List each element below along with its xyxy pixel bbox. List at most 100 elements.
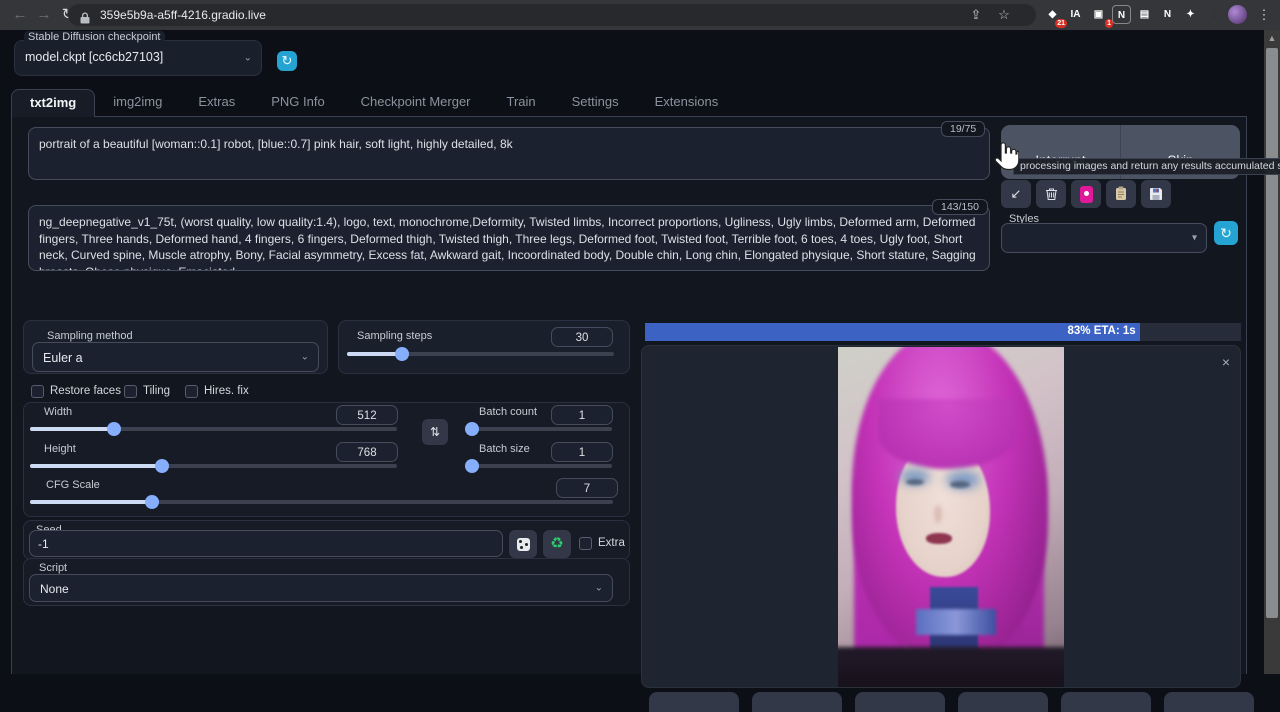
extension-icon-camera[interactable]: ▣1 bbox=[1089, 5, 1108, 24]
portrait-lips bbox=[926, 533, 952, 544]
width-slider[interactable] bbox=[30, 427, 397, 431]
height-input[interactable]: 768 bbox=[336, 442, 398, 462]
width-label: Width bbox=[44, 406, 72, 418]
slider-thumb[interactable] bbox=[465, 459, 479, 473]
reuse-seed-recycle-button[interactable]: ♻ bbox=[543, 530, 571, 558]
close-icon[interactable]: × bbox=[1222, 354, 1230, 370]
bookmark-star-icon[interactable]: ☆ bbox=[994, 6, 1014, 24]
share-icon[interactable]: ⇪ bbox=[966, 6, 986, 24]
sampling-steps-slider[interactable] bbox=[347, 352, 614, 356]
chevron-down-icon: ⌄ bbox=[595, 583, 603, 594]
batch-count-slider[interactable] bbox=[469, 427, 612, 431]
result-gallery: × bbox=[641, 345, 1241, 688]
sampling-method-dropdown[interactable]: Euler a ⌄ bbox=[32, 342, 319, 372]
checkpoint-label: Stable Diffusion checkpoint bbox=[24, 31, 165, 43]
gallery-action-button[interactable] bbox=[649, 692, 739, 712]
gallery-action-button[interactable] bbox=[855, 692, 945, 712]
tab-extensions[interactable]: Extensions bbox=[637, 89, 737, 117]
extension-icon-notion[interactable]: N bbox=[1112, 5, 1131, 24]
tab-png-info[interactable]: PNG Info bbox=[253, 89, 342, 117]
sampling-steps-label: Sampling steps bbox=[357, 330, 432, 342]
cfg-scale-label: CFG Scale bbox=[46, 479, 100, 491]
height-slider[interactable] bbox=[30, 464, 397, 468]
extra-seed-label: Extra bbox=[598, 537, 625, 549]
scrollbar-up-arrow[interactable]: ▲ bbox=[1264, 30, 1280, 46]
checkpoint-block: Stable Diffusion checkpoint model.ckpt [… bbox=[14, 40, 262, 76]
random-seed-dice-button[interactable] bbox=[509, 530, 537, 558]
extra-seed-checkbox[interactable] bbox=[579, 537, 592, 550]
clear-prompt-button[interactable] bbox=[1036, 180, 1066, 208]
extension-icon-image[interactable]: ▤ bbox=[1135, 5, 1154, 24]
restore-faces-checkbox[interactable] bbox=[31, 385, 44, 398]
url-text: 359e5b9a-a5ff-4216.gradio.live bbox=[100, 4, 266, 26]
address-bar[interactable]: 359e5b9a-a5ff-4216.gradio.live ⇪ ☆ bbox=[68, 4, 1036, 26]
checkpoint-refresh-button[interactable]: ↻ bbox=[277, 51, 297, 71]
save-style-button[interactable] bbox=[1141, 180, 1171, 208]
lock-icon bbox=[80, 9, 90, 31]
width-input[interactable]: 512 bbox=[336, 405, 398, 425]
styles-dropdown[interactable]: ▾ bbox=[1001, 223, 1207, 253]
tab-img2img[interactable]: img2img bbox=[95, 89, 180, 117]
browser-menu-icon[interactable]: ⋮ bbox=[1252, 3, 1276, 27]
styles-refresh-button[interactable]: ↻ bbox=[1214, 221, 1238, 245]
portrait-bangs bbox=[878, 399, 1016, 469]
seed-input[interactable]: -1 bbox=[29, 530, 503, 557]
browser-back-button[interactable]: ← bbox=[8, 3, 32, 27]
slider-thumb[interactable] bbox=[155, 459, 169, 473]
gallery-action-button[interactable] bbox=[958, 692, 1048, 712]
hires-fix-label: Hires. fix bbox=[204, 385, 249, 397]
extension-icon-pin[interactable]: ◆21 bbox=[1043, 5, 1062, 24]
height-label: Height bbox=[44, 443, 76, 455]
swap-width-height-button[interactable]: ⇅ bbox=[422, 419, 448, 445]
slider-thumb[interactable] bbox=[465, 422, 479, 436]
paste-generation-params-button[interactable]: ↙ bbox=[1001, 180, 1031, 208]
extension-icon-ia[interactable]: IA bbox=[1066, 5, 1085, 24]
batch-size-label: Batch size bbox=[479, 443, 530, 455]
cfg-scale-slider[interactable] bbox=[30, 500, 613, 504]
script-label: Script bbox=[39, 562, 67, 574]
profile-avatar[interactable] bbox=[1228, 5, 1247, 24]
apply-styles-button[interactable] bbox=[1106, 180, 1136, 208]
script-dropdown[interactable]: None ⌄ bbox=[29, 574, 613, 602]
sampling-steps-block: Sampling steps 30 bbox=[338, 320, 630, 374]
txt2img-panel: portrait of a beautiful [woman::0.1] rob… bbox=[11, 117, 1247, 674]
scrollbar-thumb[interactable] bbox=[1266, 48, 1278, 618]
gallery-action-button[interactable] bbox=[1061, 692, 1151, 712]
extension-icon-sidebar[interactable]: ▯ bbox=[1204, 5, 1223, 24]
slider-thumb[interactable] bbox=[395, 347, 409, 361]
tab-checkpoint-merger[interactable]: Checkpoint Merger bbox=[343, 89, 489, 117]
chevron-down-icon: ⌄ bbox=[301, 352, 309, 363]
negative-prompt-textarea[interactable]: ng_deepnegative_v1_75t, (worst quality, … bbox=[28, 205, 990, 271]
restore-faces-label: Restore faces bbox=[50, 385, 121, 397]
portrait-eye bbox=[950, 481, 970, 488]
generated-image-preview[interactable] bbox=[838, 347, 1064, 687]
gallery-action-button[interactable] bbox=[1164, 692, 1254, 712]
sd-webui-page: Stable Diffusion checkpoint model.ckpt [… bbox=[0, 30, 1264, 674]
tab-extras[interactable]: Extras bbox=[180, 89, 253, 117]
gallery-action-button[interactable] bbox=[752, 692, 842, 712]
progress-text: 83% ETA: 1s bbox=[1068, 325, 1136, 337]
extensions-puzzle-icon[interactable]: ✦ bbox=[1181, 5, 1200, 24]
batch-size-input[interactable]: 1 bbox=[551, 442, 613, 462]
prompt-textarea[interactable]: portrait of a beautiful [woman::0.1] rob… bbox=[28, 127, 990, 180]
tab-txt2img[interactable]: txt2img bbox=[11, 89, 95, 117]
extra-networks-button[interactable] bbox=[1071, 180, 1101, 208]
tiling-checkbox[interactable] bbox=[124, 385, 137, 398]
hires-fix-checkbox[interactable] bbox=[185, 385, 198, 398]
cfg-scale-input[interactable]: 7 bbox=[556, 478, 618, 498]
portrait-eye bbox=[906, 479, 924, 485]
browser-forward-button[interactable]: → bbox=[32, 3, 56, 27]
batch-count-input[interactable]: 1 bbox=[551, 405, 613, 425]
extension-icon-onenote[interactable]: N bbox=[1158, 5, 1177, 24]
chevron-down-icon: ⌄ bbox=[244, 53, 252, 64]
page-scrollbar: ▲ bbox=[1264, 30, 1280, 674]
tab-train[interactable]: Train bbox=[489, 89, 554, 117]
sampling-steps-input[interactable]: 30 bbox=[551, 327, 613, 347]
tab-settings[interactable]: Settings bbox=[554, 89, 637, 117]
dice-icon bbox=[517, 538, 530, 551]
generation-progress-bar: 83% ETA: 1s bbox=[645, 323, 1241, 341]
batch-size-slider[interactable] bbox=[469, 464, 612, 468]
prompt-token-counter: 19/75 bbox=[941, 121, 985, 137]
browser-toolbar: ← → ↻ 359e5b9a-a5ff-4216.gradio.live ⇪ ☆… bbox=[0, 0, 1280, 30]
checkpoint-dropdown[interactable]: model.ckpt [cc6cb27103] bbox=[25, 50, 163, 64]
